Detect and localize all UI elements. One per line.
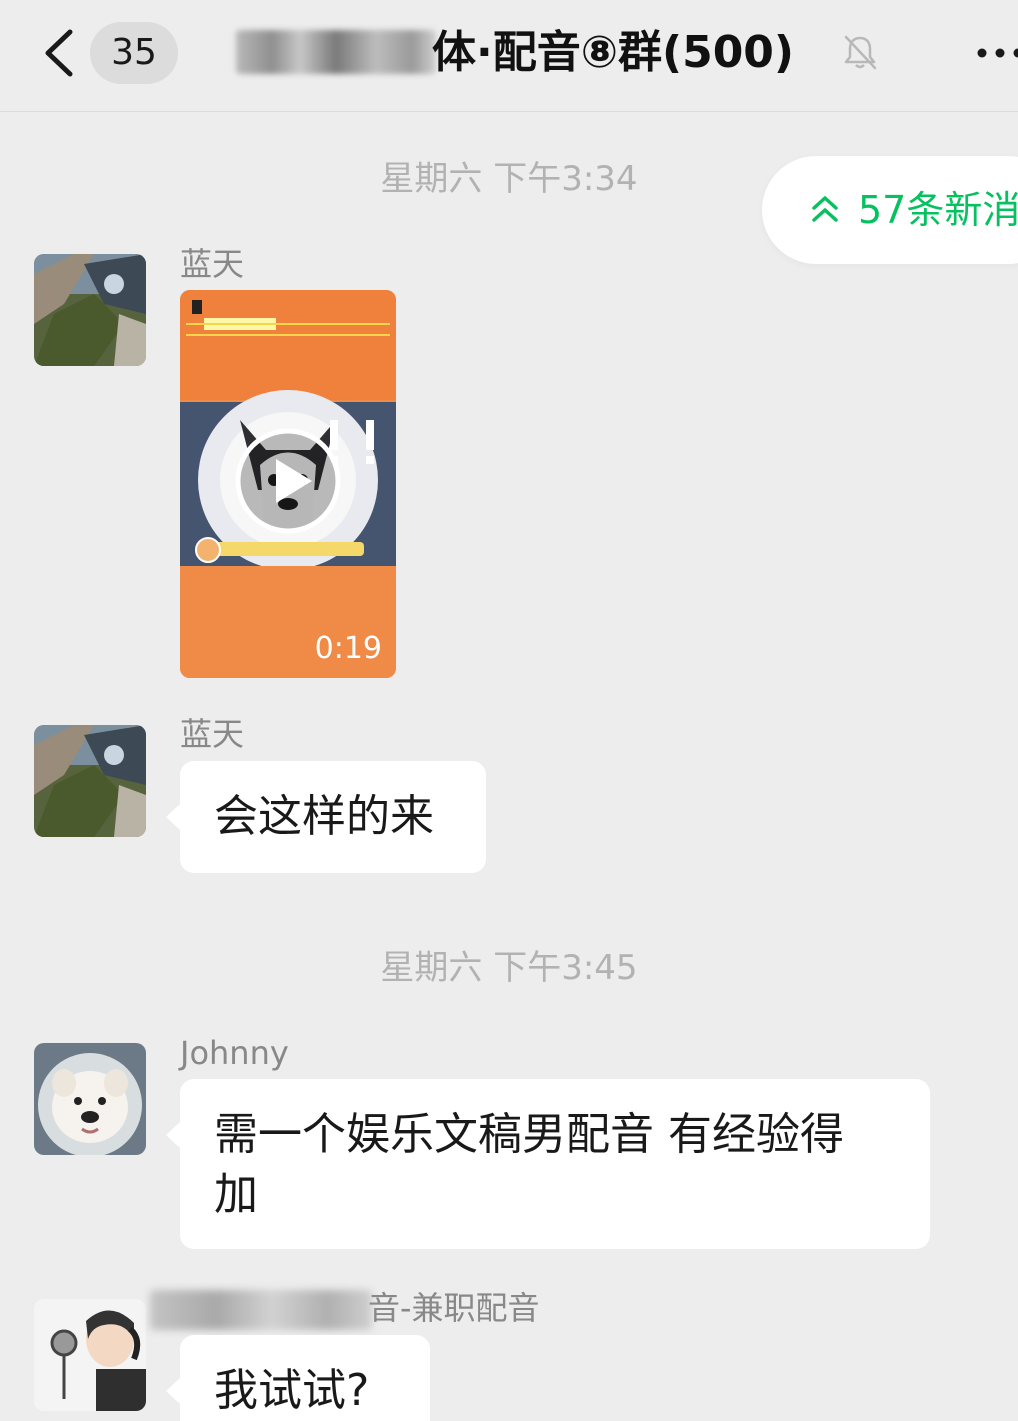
unread-count-badge[interactable]: 35 [90,22,178,84]
title-blurred-region [236,30,436,74]
back-arrow-icon[interactable] [40,28,80,78]
sender-name: 蓝天 [180,715,245,753]
avatar-dog-image [34,1043,146,1155]
avatar-landscape-image [34,254,146,366]
new-messages-button[interactable]: 57条新消 [762,156,1018,264]
double-chevron-up-icon [812,196,838,222]
video-message[interactable]: 0:19 [180,290,396,678]
message-bubble[interactable]: 需一个娱乐文稿男配音 有经验得 加 [166,1079,930,1249]
message-bubble[interactable]: 我试试? [166,1335,430,1421]
mute-bell-icon [844,35,877,70]
more-options-icon[interactable] [972,38,1018,68]
message-text-line: 加 [214,1169,258,1220]
chat-header: 35 体·配音⑧群(500) [0,0,1018,112]
chat-title[interactable]: 体·配音⑧群(500) [432,22,794,84]
sender-name: Johnny [180,1034,289,1072]
avatar[interactable] [34,1299,146,1411]
message-timestamp: 星期六 下午3:45 [380,948,638,988]
message-bubble[interactable]: 会这样的来 [166,761,486,873]
new-messages-label: 57条新消 [858,188,1018,232]
avatar-cartoon-singer-image [34,1299,146,1411]
play-button-icon[interactable] [234,427,342,535]
avatar-landscape-image [34,725,146,837]
avatar[interactable] [34,725,146,837]
message-text-line: 需一个娱乐文稿男配音 有经验得 [214,1109,844,1160]
sender-name: 音-兼职配音 [368,1289,540,1327]
sender-name: 蓝天 [180,245,245,283]
sender-name-blurred [150,1290,372,1330]
avatar[interactable] [34,254,146,366]
video-duration: 0:19 [314,631,382,666]
avatar[interactable] [34,1043,146,1155]
